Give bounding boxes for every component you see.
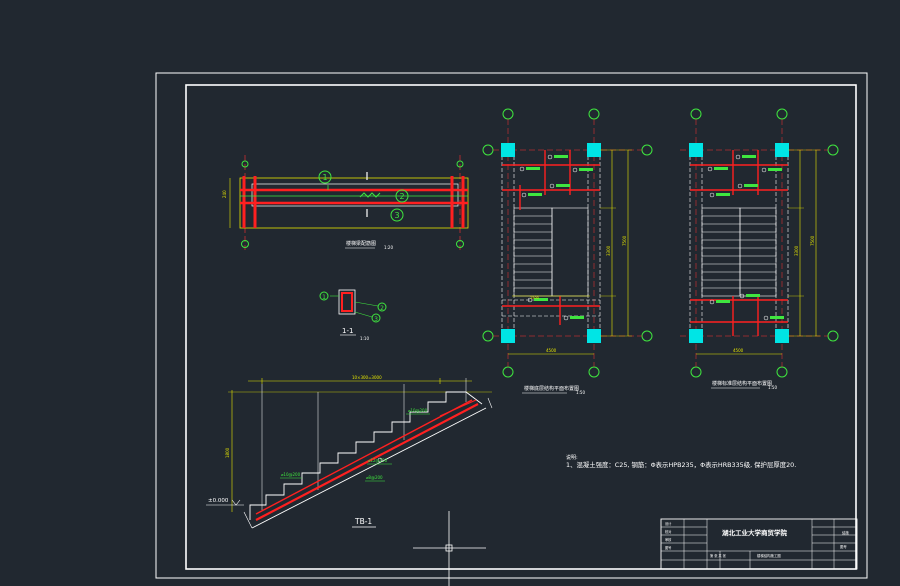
title-block[interactable]: 设计 校对 审核 图号 湖北工业大学商贸学院 楼梯结构施工图 第 张 共 张 结… bbox=[660, 518, 858, 570]
title-block-row1: 设计 bbox=[665, 521, 672, 526]
beam-dim-left: 240 bbox=[222, 190, 227, 198]
plan-left-dim-right: 7500 bbox=[622, 235, 627, 246]
stair-rebar-label-1: ⌀10@200 bbox=[408, 408, 428, 413]
notes-line-1: 1、混凝土强度：C25, 钢筋：Φ表示HPB235，Φ表示HRB335级, 保护… bbox=[566, 460, 796, 469]
section-label: 1-1 bbox=[342, 327, 353, 335]
stair-dim-left: 1800 bbox=[225, 447, 230, 458]
title-block-row3: 审核 bbox=[665, 537, 672, 542]
beam-marker-2: 2 bbox=[399, 192, 404, 201]
plan-right-scale: 1:50 bbox=[768, 385, 777, 390]
plan-right-dim-right: 7500 bbox=[810, 235, 815, 246]
section-marker-2: 2 bbox=[380, 305, 384, 312]
section-1-1-drawing[interactable]: 1 2 3 1-1 1:10 bbox=[319, 289, 387, 341]
title-block-right-top: 结施 bbox=[842, 530, 849, 535]
title-block-right-mid: 图号 bbox=[840, 544, 847, 549]
plan-standard-floor[interactable]: 4500 7500 3300 楼梯标准层结构平面布置图 1:50 bbox=[680, 108, 839, 390]
stair-dim-top: 10×300=3000 bbox=[352, 375, 382, 380]
stair-section-tb1[interactable]: 10×300=3000 1800 ⌀10@200 ⌀12@150 ⌀8@200 … bbox=[206, 375, 493, 529]
beam-reinforcement-drawing[interactable]: 1 2 3 240 楼梯梁配筋图 1:20 bbox=[222, 155, 469, 250]
crosshair-cursor bbox=[413, 511, 486, 586]
section-marker-1: 1 bbox=[322, 294, 326, 301]
notes-heading: 说明: bbox=[566, 454, 578, 461]
title-block-row4: 图号 bbox=[665, 545, 671, 550]
plan-left-scale: 1:50 bbox=[576, 390, 585, 395]
design-notes: 说明: 1、混凝土强度：C25, 钢筋：Φ表示HPB235，Φ表示HRB335级… bbox=[566, 454, 796, 469]
beam-drawing-title: 楼梯梁配筋图 bbox=[346, 240, 376, 247]
stair-label: TB-1 bbox=[354, 517, 372, 526]
stair-level: ±0.000 bbox=[208, 498, 229, 504]
stair-rebar-label-3: ⌀8@200 bbox=[366, 475, 383, 480]
title-block-school: 湖北工业大学商贸学院 bbox=[722, 528, 788, 537]
plan-ground-floor[interactable]: 4500 1500 7500 3300 楼梯底层结构平面布置图 1:50 bbox=[482, 108, 653, 395]
plan-left-title: 楼梯底层结构平面布置图 bbox=[524, 385, 579, 392]
plan-right-dim-right-mid: 3300 bbox=[794, 245, 799, 256]
section-marker-3: 3 bbox=[374, 316, 378, 323]
title-block-row2: 校对 bbox=[665, 529, 672, 534]
plan-right-title: 楼梯标准层结构平面布置图 bbox=[712, 380, 772, 387]
beam-drawing-scale: 1:20 bbox=[384, 245, 393, 250]
section-scale: 1:10 bbox=[360, 336, 369, 341]
plan-left-dim-right-mid: 3300 bbox=[606, 245, 611, 256]
title-block-sheet: 第 张 共 张 bbox=[710, 553, 727, 558]
cad-drawing-canvas[interactable]: 1 2 3 240 楼梯梁配筋图 1:20 1 2 3 1-1 1:10 450… bbox=[0, 0, 900, 586]
title-block-drawing-name: 楼梯结构施工图 bbox=[757, 553, 781, 558]
plan-right-dim-bottom: 4500 bbox=[733, 348, 744, 353]
stair-rebar-label-1b: ⌀10@200 bbox=[281, 472, 301, 477]
stair-rebar-label-2: ⌀12@150 bbox=[368, 458, 388, 463]
beam-marker-3: 3 bbox=[394, 211, 399, 220]
plan-left-dim-bottom: 4500 bbox=[546, 348, 557, 353]
plan-left-dim-bottom-mid: 1500 bbox=[530, 296, 539, 300]
beam-marker-1: 1 bbox=[322, 173, 327, 182]
